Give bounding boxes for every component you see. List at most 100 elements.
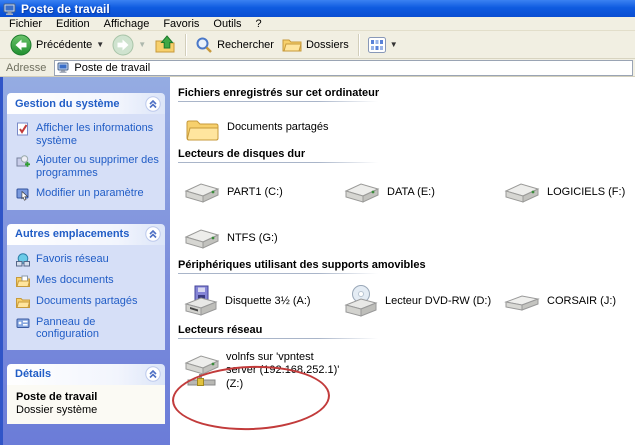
views-icon — [367, 36, 386, 53]
views-dropdown-caret[interactable]: ▼ — [390, 40, 398, 49]
panel-body: Favoris réseau Mes documents Documents p… — [7, 244, 165, 350]
hard-drive-icon — [184, 183, 220, 203]
item-drive-f[interactable]: LOGICIELS (F:) — [504, 175, 635, 211]
back-label: Précédente — [36, 38, 93, 51]
link-label: Mes documents — [36, 273, 114, 286]
item-label: CORSAIR (J:) — [547, 295, 617, 308]
details-item-type: Dossier système — [16, 403, 98, 416]
link-network-places[interactable]: Favoris réseau — [16, 253, 161, 267]
task-add-remove-programs[interactable]: Ajouter ou supprimer des programmes — [16, 154, 161, 179]
back-icon — [10, 34, 32, 55]
item-label: LOGICIELS (F:) — [547, 186, 626, 199]
folder-content-area: Fichiers enregistrés sur cet ordinateur … — [170, 77, 635, 445]
task-label: Afficher les informations système — [36, 122, 154, 147]
forward-dropdown-caret: ▼ — [138, 39, 147, 49]
change-setting-icon — [16, 188, 29, 201]
shared-documents-icon — [16, 297, 30, 308]
chevrons-up-icon[interactable] — [145, 226, 161, 242]
panel-title: Gestion du système — [15, 97, 120, 110]
window-title: Poste de travail — [21, 1, 110, 16]
network-places-icon — [16, 252, 30, 267]
folders-icon — [282, 39, 302, 51]
search-button[interactable]: Rechercher — [191, 33, 278, 57]
shared-folder-icon — [186, 120, 219, 141]
item-shared-documents[interactable]: Documents partagés — [184, 110, 344, 146]
title-bar[interactable]: Poste de travail — [0, 0, 635, 17]
item-label: PART1 (C:) — [227, 186, 283, 199]
section-title-network-drives: Lecteurs réseau — [178, 324, 263, 336]
menu-outils[interactable]: Outils — [208, 18, 250, 30]
link-my-documents[interactable]: Mes documents — [16, 274, 161, 288]
my-computer-icon — [57, 62, 69, 73]
item-label: Lecteur DVD-RW (D:) — [385, 295, 492, 308]
toolbar-separator — [185, 33, 187, 56]
item-drive-g[interactable]: NTFS (G:) — [184, 221, 344, 257]
panel-title: Détails — [15, 368, 52, 381]
task-pane-sidebar: Gestion du système Afficher les informat… — [0, 77, 170, 445]
address-label: Adresse — [6, 61, 47, 74]
item-drive-c[interactable]: PART1 (C:) — [184, 175, 344, 211]
back-dropdown-caret[interactable]: ▼ — [96, 40, 104, 49]
item-drive-z[interactable]: volnfs sur 'vpntest server (192.168.252.… — [184, 351, 344, 391]
details-item-name: Poste de travail — [16, 390, 98, 403]
task-label: Modifier un paramètre — [36, 186, 144, 199]
panel-system-tasks: Gestion du système Afficher les informat… — [7, 93, 165, 210]
folders-button[interactable]: Dossiers — [278, 33, 353, 57]
section-title-hard-drives: Lecteurs de disques dur — [178, 148, 306, 160]
item-drive-a[interactable]: Disquette 3½ (A:) — [184, 280, 344, 324]
search-label: Rechercher — [217, 38, 274, 51]
panel-header-other-places[interactable]: Autres emplacements — [7, 223, 165, 245]
section-title-files-stored: Fichiers enregistrés sur cet ordinateur — [178, 87, 380, 99]
floppy-drive-icon — [184, 285, 218, 316]
system-info-icon — [17, 122, 28, 136]
removable-drive-icon — [504, 295, 540, 311]
address-input[interactable]: Poste de travail — [54, 59, 633, 76]
item-drive-d[interactable]: Lecteur DVD-RW (D:) — [344, 280, 504, 324]
menu-fichier[interactable]: Fichier — [4, 18, 51, 30]
address-bar: Adresse Poste de travail — [0, 59, 635, 77]
link-label: Documents partagés — [36, 294, 138, 307]
task-view-system-info[interactable]: Afficher les informations système — [16, 122, 161, 147]
chevrons-up-icon[interactable] — [145, 95, 161, 112]
section-divider — [178, 101, 378, 102]
views-button[interactable]: ▼ — [364, 33, 402, 57]
item-label: Documents partagés — [227, 121, 329, 134]
back-button[interactable]: Précédente ▼ — [6, 33, 108, 57]
panel-details: Détails Poste de travail Dossier système — [7, 363, 165, 424]
dvd-drive-icon — [344, 285, 378, 317]
section-title-removable: Périphériques utilisant des supports amo… — [178, 259, 426, 271]
menu-favoris[interactable]: Favoris — [158, 18, 208, 30]
link-shared-documents[interactable]: Documents partagés — [16, 295, 161, 309]
forward-button[interactable]: ▼ — [108, 33, 150, 57]
item-label: NTFS (G:) — [227, 232, 278, 245]
link-label: Panneau de configuration — [36, 315, 99, 341]
item-drive-e[interactable]: DATA (E:) — [344, 175, 504, 211]
network-drive-icon — [184, 355, 219, 386]
panel-header-system-tasks[interactable]: Gestion du système — [7, 93, 165, 114]
menu-edition[interactable]: Edition — [51, 18, 99, 30]
search-icon — [196, 37, 212, 53]
up-button[interactable] — [150, 33, 180, 57]
panel-body-details: Poste de travail Dossier système — [7, 384, 165, 424]
panel-body: Afficher les informations système Ajoute… — [7, 114, 165, 210]
control-panel-icon — [16, 318, 30, 328]
standard-toolbar: Précédente ▼ ▼ Rechercher Dossiers ▼ — [0, 31, 635, 59]
folders-label: Dossiers — [305, 38, 349, 51]
item-label: Disquette 3½ (A:) — [225, 295, 311, 308]
section-divider — [178, 338, 378, 339]
task-change-setting[interactable]: Modifier un paramètre — [16, 187, 161, 201]
toolbar-separator — [357, 33, 359, 56]
menu-help[interactable]: ? — [251, 18, 271, 30]
link-control-panel[interactable]: Panneau de configuration — [16, 316, 161, 341]
item-drive-j[interactable]: CORSAIR (J:) — [504, 280, 635, 324]
menu-bar: Fichier Edition Affichage Favoris Outils… — [0, 17, 635, 31]
panel-header-details[interactable]: Détails — [7, 363, 165, 385]
menu-affichage[interactable]: Affichage — [99, 18, 159, 30]
add-remove-programs-icon — [16, 155, 30, 168]
address-value: Poste de travail — [74, 61, 151, 74]
panel-other-places: Autres emplacements Favoris réseau Mes d… — [7, 223, 165, 350]
chevrons-up-icon[interactable] — [145, 366, 161, 383]
my-computer-icon — [3, 3, 16, 15]
hard-drive-icon — [184, 229, 220, 249]
section-divider — [178, 273, 378, 274]
